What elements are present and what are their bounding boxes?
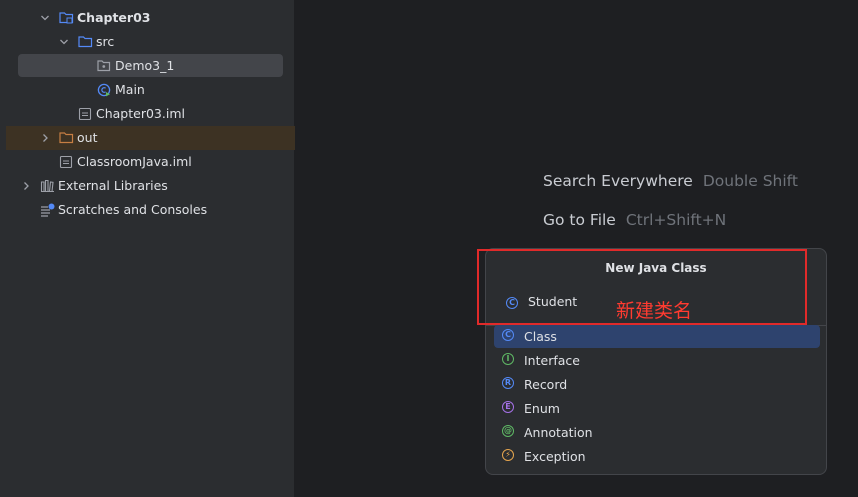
excluded-folder-icon xyxy=(59,132,74,144)
chevron-down-icon[interactable] xyxy=(40,13,50,23)
iml-file-icon xyxy=(59,155,73,169)
tree-item-external-libraries[interactable]: External Libraries xyxy=(0,175,295,197)
kind-item-interface[interactable]: I Interface xyxy=(494,349,820,372)
hint-shortcut: Double Shift xyxy=(702,172,798,190)
hint-action: Go to File xyxy=(543,211,616,229)
class-icon: C xyxy=(502,329,514,341)
kind-item-enum[interactable]: E Enum xyxy=(494,397,820,420)
kind-item-annotation[interactable]: @ Annotation xyxy=(494,421,820,444)
interface-icon: I xyxy=(502,353,514,365)
tree-item-label: src xyxy=(96,34,115,49)
chevron-down-icon[interactable] xyxy=(59,37,69,47)
iml-file-icon xyxy=(78,107,92,121)
tree-item-src[interactable]: src xyxy=(0,31,295,53)
java-class-run-icon xyxy=(97,83,111,97)
tree-item-demo3-1[interactable]: Demo3_1 xyxy=(0,55,295,77)
module-folder-icon xyxy=(59,12,74,24)
enum-icon: E xyxy=(502,401,514,413)
tree-item-label: Scratches and Consoles xyxy=(58,202,208,217)
annotation-text: 新建类名 xyxy=(616,300,693,322)
project-tool-window: Chapter03 src Demo3_1 Main Chapter03.iml… xyxy=(0,0,295,497)
tree-item-label: External Libraries xyxy=(58,178,168,193)
source-folder-icon xyxy=(78,36,93,48)
hint-search-everywhere: Search Everywhere Double Shift xyxy=(543,172,798,190)
tree-item-label: Demo3_1 xyxy=(115,58,175,73)
hint-action: Search Everywhere xyxy=(543,172,693,190)
kind-label: Interface xyxy=(524,353,580,368)
hint-shortcut: Ctrl+Shift+N xyxy=(625,211,727,229)
kind-item-record[interactable]: R Record xyxy=(494,373,820,396)
annotation-icon: @ xyxy=(502,425,514,437)
kind-item-class[interactable]: C Class xyxy=(494,325,820,348)
chevron-right-icon[interactable] xyxy=(21,181,31,191)
tree-item-scratches[interactable]: Scratches and Consoles xyxy=(0,199,295,221)
tree-item-label: out xyxy=(77,130,98,145)
tree-item-label: ClassroomJava.iml xyxy=(77,154,192,169)
hint-go-to-file: Go to File Ctrl+Shift+N xyxy=(543,211,726,229)
tree-item-out[interactable]: out xyxy=(0,127,295,149)
kind-label: Annotation xyxy=(524,425,593,440)
tree-item-classroomjava-iml[interactable]: ClassroomJava.iml xyxy=(0,151,295,173)
kind-label: Class xyxy=(524,329,557,344)
scratches-icon xyxy=(41,203,55,217)
tree-item-label: Chapter03.iml xyxy=(96,106,185,121)
kind-label: Enum xyxy=(524,401,560,416)
tree-item-chapter03-iml[interactable]: Chapter03.iml xyxy=(0,103,295,125)
kind-label: Exception xyxy=(524,449,586,464)
kind-label: Record xyxy=(524,377,568,392)
tree-item-main[interactable]: Main xyxy=(0,79,295,101)
record-icon: R xyxy=(502,377,514,389)
kind-item-exception[interactable]: ⚡ Exception xyxy=(494,445,820,468)
exception-icon: ⚡ xyxy=(502,449,514,461)
package-icon xyxy=(97,60,111,72)
tree-item-label: Main xyxy=(115,82,145,97)
tree-item-chapter03[interactable]: Chapter03 xyxy=(0,7,295,29)
libraries-icon xyxy=(40,179,54,193)
tree-item-label: Chapter03 xyxy=(77,10,151,25)
chevron-right-icon[interactable] xyxy=(40,133,50,143)
